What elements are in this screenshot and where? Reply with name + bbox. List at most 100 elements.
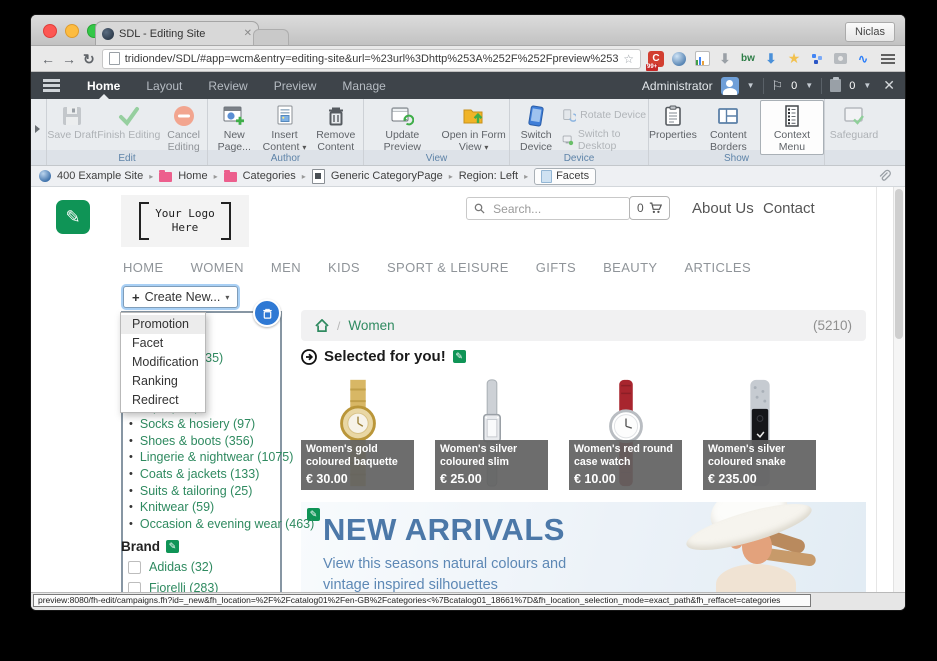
menu-item-ranking[interactable]: Ranking	[121, 372, 205, 391]
wave-extension-icon[interactable]: ∿	[855, 51, 871, 67]
tab-preview[interactable]: Preview	[261, 72, 330, 99]
share-dots-extension-icon[interactable]	[809, 51, 825, 67]
downloads-blue-extension-icon[interactable]: ⬇	[763, 51, 779, 67]
paperclip-icon[interactable]	[877, 169, 891, 183]
product-card[interactable]: Women's red round case watch € 10.00	[569, 377, 682, 490]
minimize-window-button[interactable]	[65, 24, 79, 38]
camera-extension-icon[interactable]	[832, 51, 848, 67]
category-link[interactable]: Socks & hosiery (97)	[140, 417, 255, 431]
open-in-form-view-button[interactable]: Open in Form View ▾	[441, 103, 507, 153]
nav-kids[interactable]: KIDS	[328, 260, 360, 275]
ribbon-collapse-handle[interactable]	[31, 99, 47, 165]
globe-extension-icon[interactable]	[671, 51, 687, 67]
search-box[interactable]	[466, 197, 630, 220]
cancel-editing-button[interactable]: Cancel Editing	[161, 103, 207, 153]
menu-item-promotion[interactable]: Promotion	[121, 315, 205, 334]
user-avatar[interactable]	[721, 77, 739, 95]
close-window-button[interactable]	[43, 24, 57, 38]
nav-gifts[interactable]: GIFTS	[536, 260, 576, 275]
cart-button[interactable]: 0	[629, 196, 670, 220]
content-borders-button[interactable]: Content Borders	[697, 103, 760, 153]
create-new-button[interactable]: + Create New... ▾	[123, 286, 238, 308]
forward-icon[interactable]: →	[62, 52, 76, 66]
rotate-device-button[interactable]: Rotate Device	[562, 108, 648, 122]
scrollbar-thumb[interactable]	[895, 189, 903, 339]
adblock-extension-icon[interactable]: C 99+	[648, 51, 664, 67]
nav-women[interactable]: WOMEN	[191, 260, 244, 275]
new-tab-nub[interactable]	[253, 29, 289, 45]
switch-to-desktop-button[interactable]: Switch to Desktop	[562, 128, 648, 152]
nav-home[interactable]: HOME	[123, 260, 164, 275]
new-page-button[interactable]: New Page...	[212, 103, 256, 153]
brand-link[interactable]: Adidas (32)	[149, 560, 213, 574]
flag-icon[interactable]: ⚐	[772, 78, 784, 94]
browser-profile-button[interactable]: Niclas	[845, 22, 895, 42]
search-input[interactable]	[491, 201, 622, 217]
clipboard-caret-icon[interactable]: ▼	[863, 81, 871, 90]
edit-component-icon[interactable]: ✎	[166, 540, 179, 553]
update-preview-button[interactable]: Update Preview	[366, 103, 438, 153]
site-logo[interactable]: Your Logo Here	[121, 195, 249, 247]
address-bar[interactable]: tridiondev/SDL/#app=wcm&entry=editing-si…	[102, 49, 641, 69]
nav-men[interactable]: MEN	[271, 260, 301, 275]
breadcrumb-page[interactable]: Generic CategoryPage	[331, 170, 443, 182]
user-name[interactable]: Administrator	[642, 79, 713, 93]
edit-component-icon[interactable]: ✎	[453, 350, 466, 363]
contact-link[interactable]: Contact	[763, 200, 815, 217]
titlebar[interactable]: SDL - Editing Site ✕ Niclas	[31, 15, 905, 46]
about-us-link[interactable]: About Us	[692, 200, 754, 217]
breadcrumb-site[interactable]: 400 Example Site	[57, 170, 143, 182]
delete-region-button[interactable]	[253, 299, 281, 327]
insert-content-button[interactable]: Insert Content ▾	[261, 103, 309, 153]
save-draft-button[interactable]: Save Draft	[47, 103, 97, 141]
category-link[interactable]: Lingerie & nightwear (1075)	[140, 450, 294, 464]
new-arrivals-banner[interactable]: ✎ NEW ARRIVALS View this seasons natural…	[301, 502, 866, 592]
reload-icon[interactable]: ↻	[83, 52, 95, 66]
tab-home[interactable]: Home	[74, 72, 133, 99]
breadcrumb-categories[interactable]: Categories	[243, 170, 296, 182]
product-card[interactable]: Women's silver coloured snake print... €…	[703, 377, 816, 490]
flag-caret-icon[interactable]: ▼	[805, 81, 813, 90]
analytics-extension-icon[interactable]	[694, 51, 710, 67]
bookmark-extension-icon[interactable]: ★	[786, 51, 802, 67]
category-link[interactable]: Coats & jackets (133)	[140, 467, 260, 481]
clipboard-icon[interactable]	[830, 79, 841, 92]
tab-close-icon[interactable]: ✕	[244, 28, 252, 39]
category-link[interactable]: Suits & tailoring (25)	[140, 484, 253, 498]
product-card[interactable]: Women's silver coloured slim bracele... …	[435, 377, 548, 490]
breadcrumb-home[interactable]: Home	[178, 170, 207, 182]
nav-beauty[interactable]: BEAUTY	[603, 260, 657, 275]
category-link[interactable]: Shoes & boots (356)	[140, 434, 254, 448]
context-menu-button[interactable]: Context Menu	[760, 100, 824, 155]
scrollbar[interactable]	[893, 187, 904, 592]
user-caret-icon[interactable]: ▼	[747, 81, 755, 90]
home-icon[interactable]	[315, 319, 329, 332]
safeguard-button[interactable]: Safeguard	[830, 103, 878, 141]
edit-page-button[interactable]: ✎	[56, 200, 90, 234]
back-icon[interactable]: ←	[41, 52, 55, 66]
browser-tab[interactable]: SDL - Editing Site ✕	[95, 21, 259, 45]
tab-manage[interactable]: Manage	[329, 72, 398, 99]
bookmark-star-icon[interactable]: ☆	[623, 52, 634, 66]
menu-item-redirect[interactable]: Redirect	[121, 391, 205, 410]
checkbox[interactable]	[128, 582, 141, 593]
current-category-link[interactable]: Women	[348, 318, 394, 333]
category-link[interactable]: Occasion & evening wear (463)	[140, 517, 314, 531]
breadcrumb-facets-chip[interactable]: Facets	[534, 168, 596, 185]
properties-button[interactable]: Properties	[649, 103, 697, 141]
url-text[interactable]: tridiondev/SDL/#app=wcm&entry=editing-si…	[125, 53, 619, 65]
menu-item-modification[interactable]: Modification	[121, 353, 205, 372]
menu-item-facet[interactable]: Facet	[121, 334, 205, 353]
remove-content-button[interactable]: Remove Content	[313, 103, 359, 153]
product-card[interactable]: Women's gold coloured baquette set watch…	[301, 377, 414, 490]
switch-device-button[interactable]: Switch Device	[510, 103, 562, 153]
tab-layout[interactable]: Layout	[133, 72, 195, 99]
nav-sport-leisure[interactable]: SPORT & LEISURE	[387, 260, 509, 275]
close-editor-icon[interactable]: ✕	[883, 77, 895, 94]
ribbon-hamburger-icon[interactable]	[43, 79, 60, 92]
download-extension-icon[interactable]: ⬇	[717, 51, 733, 67]
finish-editing-button[interactable]: Finish Editing	[97, 103, 160, 141]
nav-articles[interactable]: ARTICLES	[684, 260, 751, 275]
breadcrumb-region[interactable]: Region: Left	[459, 170, 518, 182]
bw-extension-icon[interactable]: bw	[740, 51, 756, 67]
